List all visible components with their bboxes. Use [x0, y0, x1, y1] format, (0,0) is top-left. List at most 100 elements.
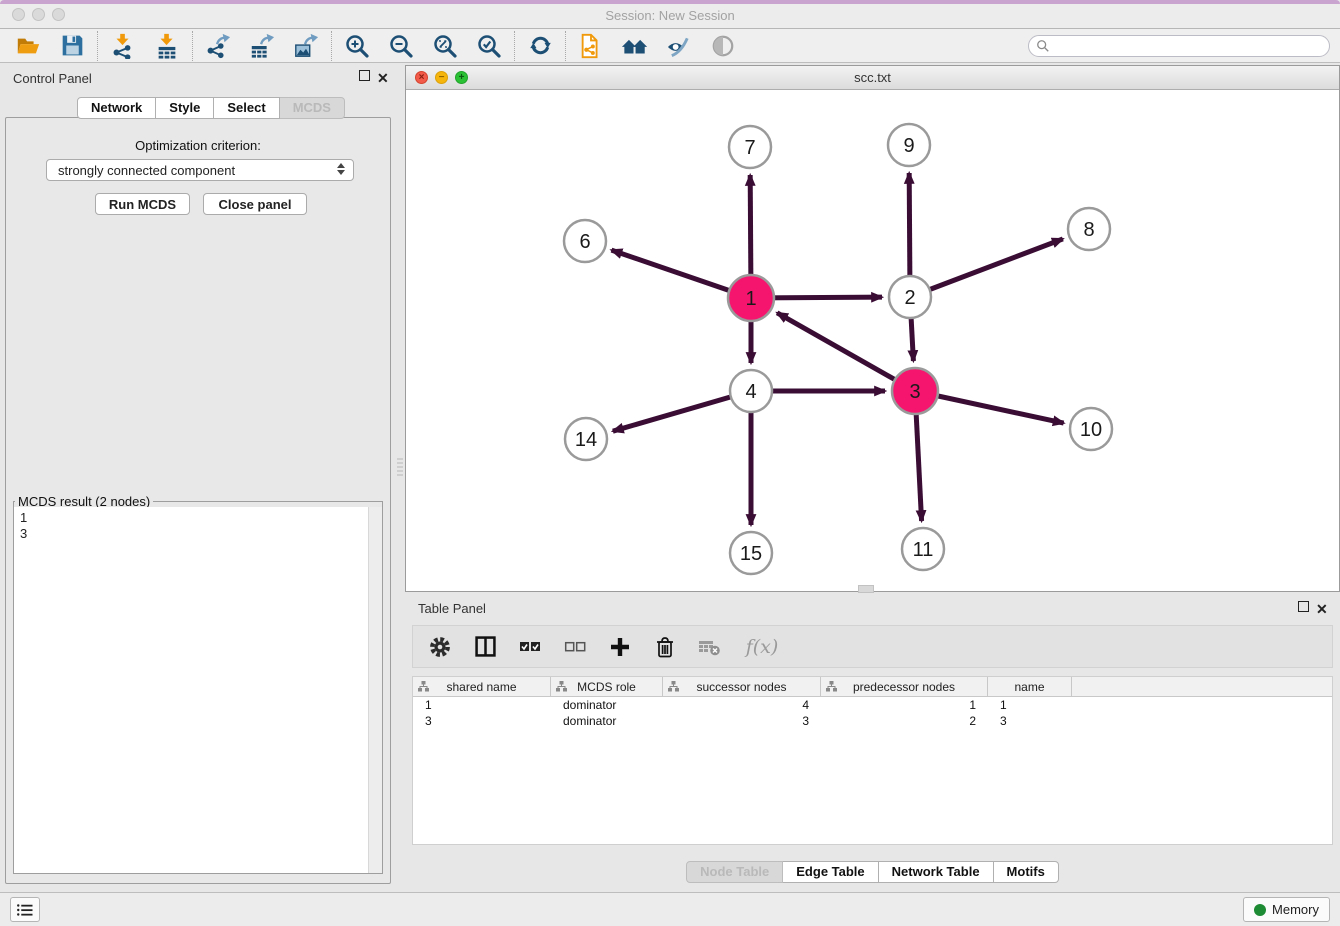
select-stepper-icon — [337, 163, 345, 175]
task-list-icon — [16, 902, 34, 918]
float-table-panel-icon[interactable] — [1298, 601, 1312, 615]
save-session-button[interactable] — [50, 30, 94, 61]
tab-node-table[interactable]: Node Table — [686, 861, 783, 883]
network-window-title: scc.txt — [406, 70, 1339, 85]
close-table-panel-icon[interactable]: ✕ — [1316, 601, 1330, 615]
table-panel-title: Table Panel — [418, 601, 486, 616]
tab-network-table[interactable]: Network Table — [879, 861, 994, 883]
graph-node-label-8: 8 — [1083, 219, 1094, 241]
split-columns-icon — [475, 636, 496, 657]
tab-motifs[interactable]: Motifs — [994, 861, 1059, 883]
control-panel-tabs: Network Style Select MCDS — [77, 97, 345, 119]
memory-button[interactable]: Memory — [1243, 897, 1330, 922]
zoom-fit-icon — [432, 33, 458, 59]
import-network-button[interactable] — [101, 30, 145, 61]
graph-edge-2-8[interactable] — [910, 239, 1063, 297]
table-panel: Table Panel ✕ — [405, 595, 1340, 888]
tab-network[interactable]: Network — [77, 97, 156, 119]
table-settings-button[interactable] — [427, 634, 453, 660]
delete-column-button[interactable] — [652, 634, 678, 660]
close-panel-button[interactable]: Close panel — [203, 193, 307, 215]
vertical-splitter-grip[interactable] — [397, 458, 403, 478]
column-header-shared-name[interactable]: shared name — [413, 677, 551, 696]
import-table-icon — [154, 33, 180, 59]
export-image-button[interactable] — [284, 30, 328, 61]
result-item[interactable]: 1 — [14, 507, 382, 526]
control-panel: Control Panel ✕ Network Style Select MCD… — [0, 65, 396, 888]
task-history-button[interactable] — [10, 897, 40, 922]
table-cell[interactable]: 3 — [663, 714, 821, 728]
first-neighbors-button[interactable] — [613, 30, 657, 61]
table-cell[interactable]: 1 — [821, 698, 988, 712]
open-session-button[interactable] — [6, 30, 50, 61]
network-canvas[interactable]: 1234678910111415 — [406, 89, 1339, 591]
mcds-result-list[interactable]: 1 3 — [14, 507, 382, 873]
zoom-in-button[interactable] — [335, 30, 379, 61]
graph-node-label-1: 1 — [745, 288, 756, 310]
horizontal-splitter-grip[interactable] — [858, 585, 874, 593]
add-column-button[interactable] — [607, 634, 633, 660]
column-header-MCDS-role[interactable]: MCDS role — [551, 677, 663, 696]
export-image-icon — [293, 33, 319, 59]
export-table-button[interactable] — [240, 30, 284, 61]
close-panel-icon[interactable]: ✕ — [377, 70, 391, 84]
apply-layout-button[interactable] — [518, 30, 562, 61]
main-toolbar — [0, 29, 1340, 63]
column-header-successor-nodes[interactable]: successor nodes — [663, 677, 821, 696]
toolbar-separator — [565, 31, 566, 61]
table-cell[interactable]: 3 — [988, 714, 1072, 728]
import-table-button[interactable] — [145, 30, 189, 61]
table-cell[interactable]: dominator — [551, 698, 663, 712]
table-cell[interactable]: 1 — [988, 698, 1072, 712]
column-header-label: shared name — [446, 680, 516, 694]
mcds-result-group: MCDS result (2 nodes) 1 3 — [13, 494, 383, 874]
zoom-out-icon — [388, 33, 414, 59]
trash-icon — [655, 636, 675, 658]
split-panel-button[interactable] — [472, 634, 498, 660]
zoom-fit-button[interactable] — [423, 30, 467, 61]
table-cell[interactable]: 4 — [663, 698, 821, 712]
float-panel-icon[interactable] — [359, 70, 373, 84]
graph-node-label-3: 3 — [909, 381, 920, 403]
result-item[interactable]: 3 — [14, 526, 382, 542]
eye-slash-icon — [666, 34, 693, 58]
result-scrollbar[interactable] — [368, 507, 382, 873]
deselect-all-button[interactable] — [562, 634, 588, 660]
select-all-button[interactable] — [517, 634, 543, 660]
search-input[interactable] — [1028, 35, 1330, 57]
hide-details-button[interactable] — [657, 30, 701, 61]
delete-table-icon — [699, 638, 721, 656]
graph-node-label-11: 11 — [913, 539, 934, 561]
zoom-selected-button[interactable] — [467, 30, 511, 61]
table-row[interactable]: 3dominator323 — [413, 713, 1332, 729]
table-cell[interactable]: 1 — [413, 698, 551, 712]
table-tabs: Node Table Edge Table Network Table Moti… — [405, 861, 1340, 883]
table-toolbar: f(x) — [412, 625, 1333, 668]
table-cell[interactable]: dominator — [551, 714, 663, 728]
table-cell[interactable]: 3 — [413, 714, 551, 728]
tab-mcds[interactable]: MCDS — [280, 97, 345, 119]
node-table: shared name MCDS rolesuccessor nodes prede… — [412, 676, 1333, 845]
eye-disabled-icon — [711, 34, 735, 58]
unchecked-boxes-icon — [564, 640, 586, 654]
toolbar-separator — [331, 31, 332, 61]
gear-icon — [429, 636, 451, 658]
tab-select[interactable]: Select — [214, 97, 279, 119]
column-header-predecessor-nodes[interactable]: predecessor nodes — [821, 677, 988, 696]
column-header-label: predecessor nodes — [853, 680, 955, 694]
export-network-button[interactable] — [196, 30, 240, 61]
graph-node-label-7: 7 — [744, 137, 755, 159]
tab-edge-table[interactable]: Edge Table — [783, 861, 878, 883]
table-cell[interactable]: 2 — [821, 714, 988, 728]
tab-style[interactable]: Style — [156, 97, 214, 119]
criterion-selected-value: strongly connected component — [58, 163, 235, 178]
zoom-out-button[interactable] — [379, 30, 423, 61]
network-window-titlebar[interactable]: × − + scc.txt — [406, 66, 1339, 90]
run-mcds-button[interactable]: Run MCDS — [95, 193, 190, 215]
table-row[interactable]: 1dominator411 — [413, 697, 1332, 713]
column-header-label: name — [1014, 680, 1044, 694]
clone-network-button[interactable] — [569, 30, 613, 61]
memory-label: Memory — [1272, 902, 1319, 917]
criterion-select[interactable]: strongly connected component — [46, 159, 354, 181]
column-header-name[interactable]: name — [988, 677, 1072, 696]
